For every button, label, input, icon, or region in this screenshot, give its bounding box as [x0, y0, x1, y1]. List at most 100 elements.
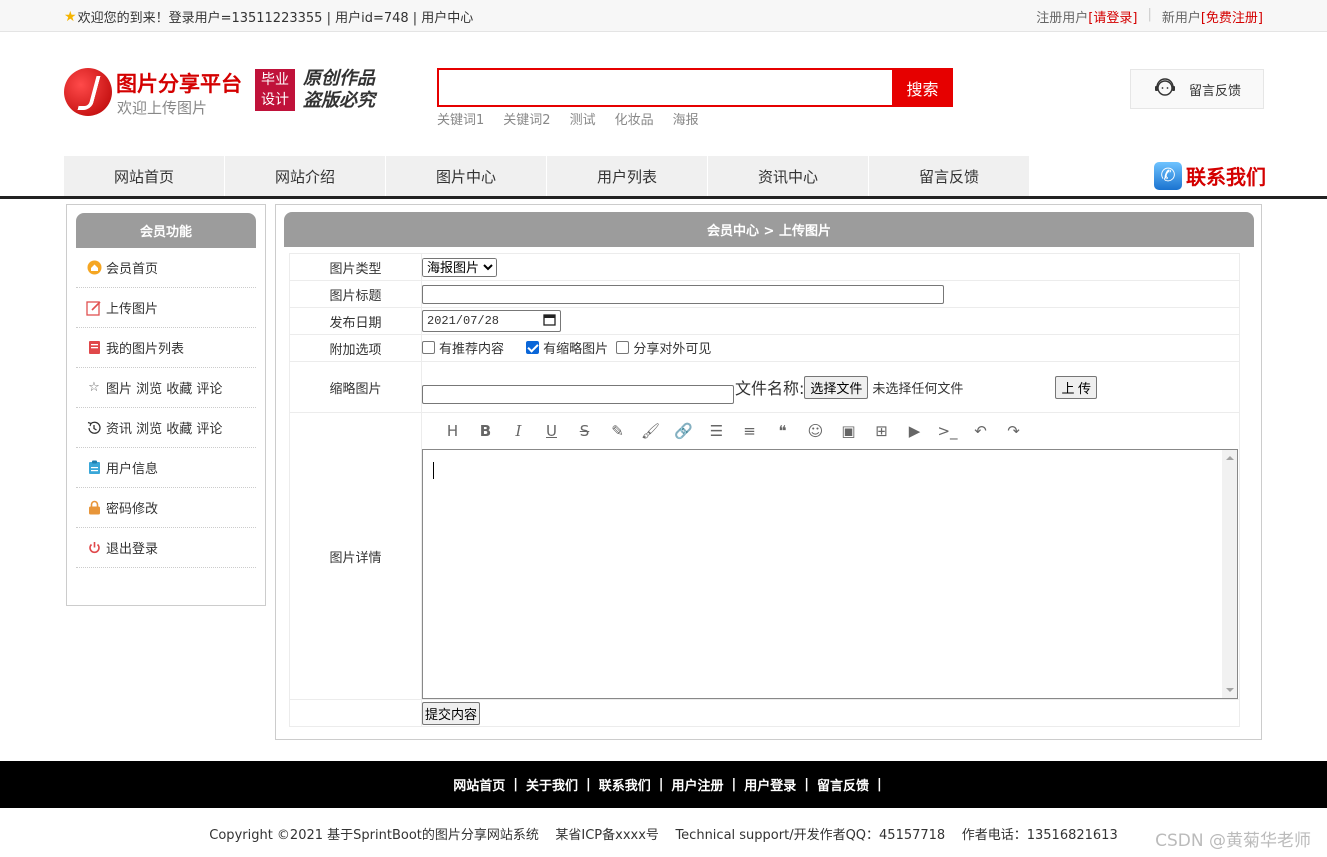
history-icon [86, 420, 102, 436]
image-icon[interactable]: ▣ [832, 422, 865, 440]
feedback-label: 留言反馈 [1189, 83, 1242, 99]
sidebar-item-upload[interactable]: 上传图片 [76, 288, 256, 328]
search-input[interactable] [439, 70, 892, 105]
redo-icon[interactable]: ↷ [997, 422, 1030, 440]
thumbnail-checkbox[interactable] [526, 341, 540, 354]
scroll-up-arrow[interactable] [1226, 456, 1234, 460]
nav-item-pictures[interactable]: 图片中心 [386, 156, 547, 196]
phone-icon: ✆ [1154, 161, 1182, 190]
logo-slogan: 欢迎上传图片 [117, 99, 208, 117]
title-input[interactable] [422, 284, 944, 304]
option-label: 分享对外可见 [633, 342, 712, 357]
upload-form: 图片类型 海报图片 图片标题 发布日期 2021/07/28 附加选项 有推荐内… [289, 253, 1240, 727]
free-register-link[interactable]: [免费注册] [1201, 7, 1263, 26]
footer-link-home[interactable]: 网站首页 [453, 775, 505, 794]
type-select[interactable]: 海报图片 [422, 257, 497, 277]
search-box: 搜索 [437, 68, 953, 107]
footer-link-feedback[interactable]: 留言反馈 [817, 775, 869, 794]
nav-item-users[interactable]: 用户列表 [547, 156, 708, 196]
bullet-list-icon[interactable]: ☰ [700, 422, 733, 440]
scroll-down-arrow[interactable] [1226, 688, 1234, 692]
sidebar-item-user-info[interactable]: 用户信息 [76, 448, 256, 488]
strikethrough-icon[interactable]: S [568, 422, 601, 440]
table-icon[interactable]: ⊞ [865, 422, 898, 440]
choose-file-button[interactable]: 选择文件 [804, 375, 869, 399]
link-icon[interactable]: 🔗 [667, 422, 700, 440]
keyword-link[interactable]: 测试 [570, 109, 596, 128]
option-recommend[interactable]: 有推荐内容 [422, 338, 504, 357]
date-input[interactable]: 2021/07/28 [422, 310, 561, 332]
sidebar-item-logout[interactable]: 退出登录 [76, 528, 256, 568]
thumb-path-input[interactable] [422, 384, 734, 404]
contact-us-link[interactable]: ✆ 联系我们 [1154, 161, 1266, 190]
keyword-link[interactable]: 海报 [673, 109, 699, 128]
footer-link-contact[interactable]: 联系我们 [599, 775, 651, 794]
sidebar-item-label: 上传图片 [106, 302, 159, 317]
option-thumbnail[interactable]: 有缩略图片 [526, 338, 608, 357]
new-user-label: 新用户 [1161, 11, 1201, 26]
text-caret [433, 462, 434, 479]
welcome-text[interactable]: 欢迎您的到来！登录用户=13511223355 | 用户id=748 | 用户中… [78, 7, 474, 26]
brush-icon[interactable]: 🖌 [634, 422, 667, 440]
search-button[interactable]: 搜索 [892, 68, 953, 107]
keyword-link[interactable]: 关键词2 [503, 109, 550, 128]
code-icon[interactable]: >_ [931, 422, 964, 440]
bold-icon[interactable]: B [469, 422, 502, 440]
contact-label: 联系我们 [1186, 165, 1266, 189]
option-share[interactable]: 分享对外可见 [616, 338, 711, 357]
star-icon: ★ [64, 8, 77, 25]
login-link[interactable]: [请登录] [1088, 7, 1137, 26]
divider: | [585, 777, 591, 792]
detail-editor[interactable] [422, 449, 1238, 699]
logo-name: 图片分享平台 [116, 72, 242, 96]
footer-link-about[interactable]: 关于我们 [526, 775, 578, 794]
sidebar-item-password[interactable]: 密码修改 [76, 488, 256, 528]
copyright-text: Copyright ©2021 基于SprintBoot的图片分享网站系统 某省… [209, 828, 1118, 843]
register-user-label: 注册用户 [1036, 11, 1089, 26]
submit-button[interactable]: 提交内容 [422, 701, 481, 725]
nav-item-about[interactable]: 网站介绍 [225, 156, 386, 196]
feedback-button[interactable]: 留言反馈 [1130, 69, 1264, 109]
auth-links: 注册用户 [请登录] | 新用户 [免费注册] [1036, 7, 1263, 26]
video-icon[interactable]: ▶ [898, 422, 931, 440]
keyword-link[interactable]: 化妆品 [615, 109, 654, 128]
underline-icon[interactable]: U [535, 422, 568, 440]
footer-link-register[interactable]: 用户注册 [672, 775, 724, 794]
sidebar-item-label: 退出登录 [106, 542, 159, 557]
sidebar-item-label: 密码修改 [106, 502, 159, 517]
sidebar-menu: 会员首页 上传图片 我的图片列表 ☆ 图片 浏览 收藏 评论 资讯 浏览 收藏 … [76, 248, 256, 568]
date-value: 2021/07/28 [427, 314, 500, 328]
date-label: 发布日期 [289, 307, 422, 335]
title-label: 图片标题 [289, 280, 422, 308]
editor-scrollbar[interactable] [1222, 450, 1237, 698]
keyword-link[interactable]: 关键词1 [437, 109, 484, 128]
nav-item-home[interactable]: 网站首页 [64, 156, 225, 196]
upload-button[interactable]: 上 传 [1055, 375, 1098, 399]
italic-icon[interactable]: I [502, 422, 535, 440]
detail-label: 图片详情 [289, 412, 422, 700]
emoji-icon[interactable]: ☺ [799, 422, 832, 440]
watermark: CSDN @黄菊华老师 [1155, 831, 1311, 851]
sidebar-item-label: 图片 浏览 收藏 评论 [106, 382, 223, 397]
sidebar-item-member-home[interactable]: 会员首页 [76, 248, 256, 288]
share-checkbox[interactable] [616, 341, 630, 354]
nav-item-news[interactable]: 资讯中心 [708, 156, 869, 196]
align-icon[interactable]: ≡ [733, 422, 766, 440]
sidebar-item-news-activity[interactable]: 资讯 浏览 收藏 评论 [76, 408, 256, 448]
footer-link-login[interactable]: 用户登录 [744, 775, 796, 794]
nav-item-feedback[interactable]: 留言反馈 [869, 156, 1030, 196]
sidebar-title: 会员功能 [76, 213, 256, 248]
site-logo[interactable]: 图片分享平台 欢迎上传图片 毕业 设计 原创作品 盗版必究 [64, 66, 384, 117]
sidebar-item-my-pictures[interactable]: 我的图片列表 [76, 328, 256, 368]
no-file-text: 未选择任何文件 [872, 381, 964, 397]
sidebar-item-picture-activity[interactable]: ☆ 图片 浏览 收藏 评论 [76, 368, 256, 408]
badge-line-2: 设计 [261, 92, 289, 108]
calendar-icon[interactable] [543, 313, 556, 330]
undo-icon[interactable]: ↶ [964, 422, 997, 440]
quote-icon[interactable]: ❝ [766, 422, 799, 440]
sidebar-item-label: 会员首页 [106, 262, 159, 277]
page-title: 会员中心 > 上传图片 [284, 212, 1254, 247]
recommend-checkbox[interactable] [422, 341, 435, 354]
highlight-icon[interactable]: ✎ [601, 422, 634, 440]
heading-icon[interactable]: H [436, 422, 469, 440]
